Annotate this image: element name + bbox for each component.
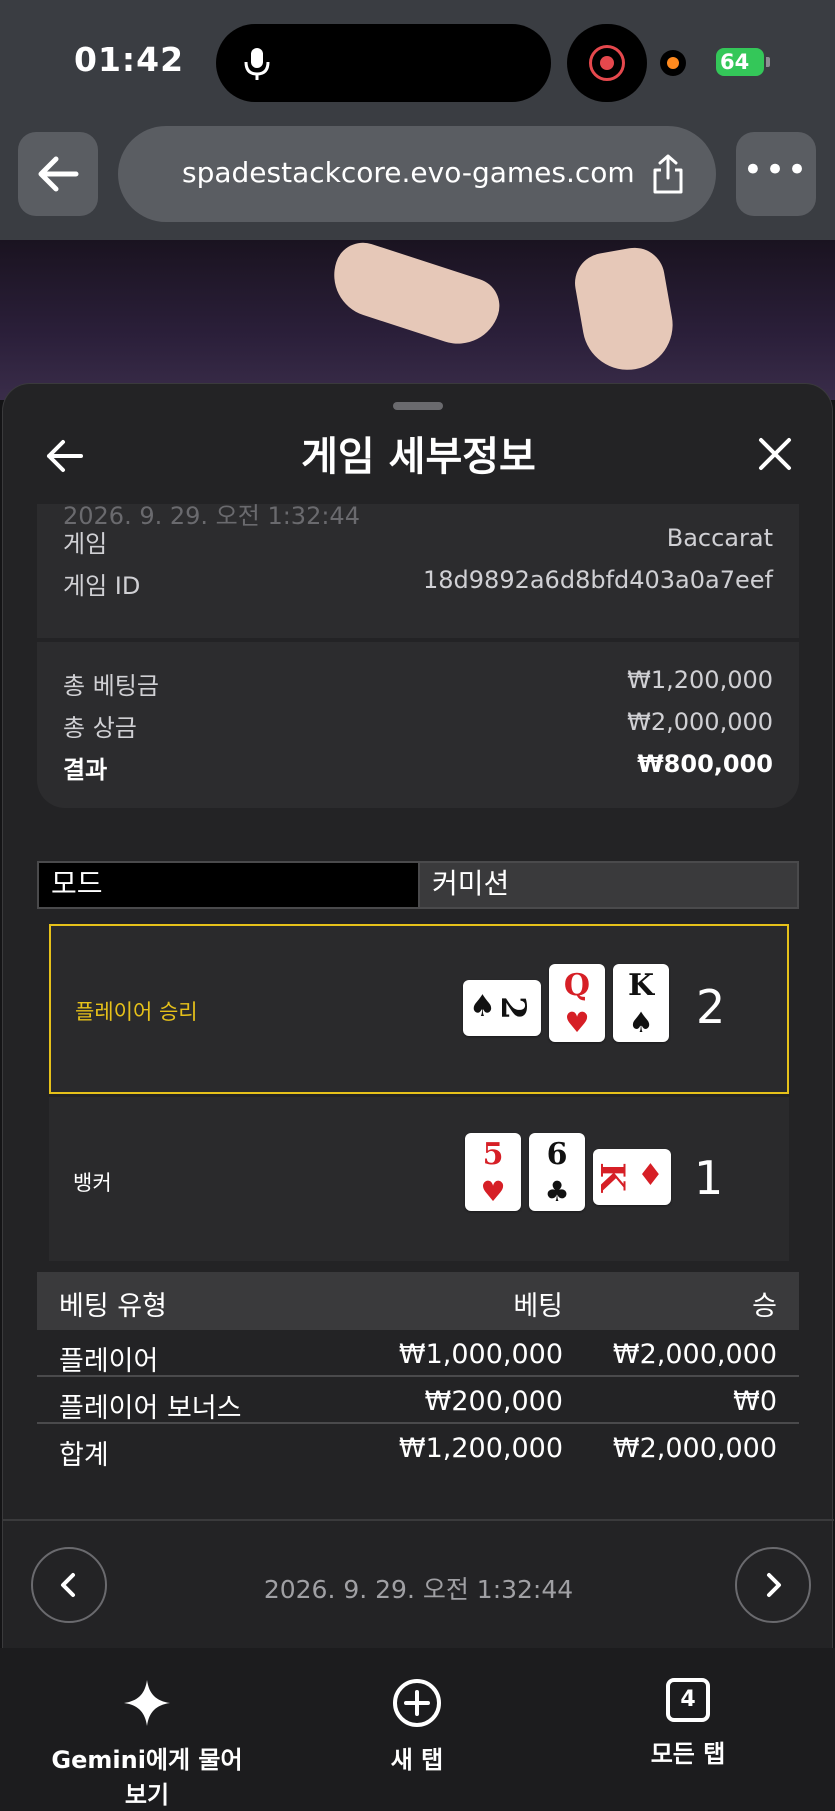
banker-result-row: 뱅커 5 ♥ 6 ♣ K ♦ 1 (49, 1097, 789, 1261)
banker-result-label: 뱅커 (73, 1171, 112, 1195)
total-win-row: 총 상금 ₩2,000,000 (63, 708, 773, 743)
url-text: spadestackcore.evo-games.com (182, 156, 635, 189)
card-rank: K (627, 968, 655, 1003)
recording-indicator (567, 24, 647, 102)
win-amount-cell: ₩2,000,000 (612, 1339, 777, 1370)
camera-indicator-icon (660, 50, 686, 76)
mode-label: 모드 (39, 863, 418, 907)
game-details-sheet: 게임 세부정보 2026. 9. 29. 오전 1:32:44 게임 Bacca… (2, 383, 834, 1648)
share-icon[interactable] (648, 152, 688, 196)
total-label-cell: 합계 (59, 1440, 109, 1471)
player-score: 2 (696, 980, 726, 1034)
game-info-card: 2026. 9. 29. 오전 1:32:44 게임 Baccarat 게임 I… (37, 502, 799, 638)
card-rank: K (591, 1162, 632, 1192)
bet-amount-cell: ₩200,000 (424, 1386, 563, 1417)
next-round-button[interactable] (735, 1547, 811, 1623)
total-bet-row: 총 베팅금 ₩1,200,000 (63, 666, 773, 701)
total-bet-cell: ₩1,200,000 (398, 1433, 563, 1464)
card-suit: ♣ (544, 1175, 570, 1208)
table-row: 플레이어 ₩1,000,000 ₩2,000,000 (37, 1331, 799, 1377)
card-rank: 2 (492, 996, 533, 1020)
playing-card: 5 ♥ (465, 1133, 521, 1211)
status-time: 01:42 (74, 40, 185, 79)
browser-back-button[interactable] (18, 132, 98, 216)
tab-count-icon: 4 (666, 1678, 710, 1722)
gemini-sparkle-icon (124, 1680, 170, 1726)
table-total-row: 합계 ₩1,200,000 ₩2,000,000 (37, 1425, 799, 1471)
card-suit: ♥ (564, 1006, 590, 1039)
record-icon (589, 45, 625, 81)
ask-gemini-label: Gemini에게 물어보기 (51, 1746, 243, 1809)
info-value: Baccarat (666, 524, 773, 552)
playing-card: Q ♥ (549, 964, 605, 1042)
info-row-game-id: 게임 ID 18d9892a6d8bfd403a0a7eef (63, 566, 773, 601)
info-value: 18d9892a6d8bfd403a0a7eef (423, 566, 773, 594)
card-rank: 6 (546, 1137, 568, 1172)
app-screen: 01:42 64 spadestackcore.evo-games.com ••… (0, 0, 835, 1811)
plus-circle-icon (393, 1679, 441, 1727)
info-row-game: 게임 Baccarat (63, 524, 773, 559)
page-title: 게임 세부정보 (301, 434, 536, 480)
info-label: 게임 (63, 530, 108, 558)
total-win-cell: ₩2,000,000 (612, 1433, 777, 1464)
total-value: ₩2,000,000 (627, 708, 773, 736)
card-suit: ♦ (637, 1158, 664, 1193)
bet-type-cell: 플레이어 보너스 (59, 1393, 242, 1424)
total-label: 총 상금 (63, 714, 137, 742)
close-icon[interactable] (753, 432, 797, 476)
arrow-left-icon (38, 156, 79, 192)
mode-value: 커미션 (418, 863, 797, 907)
playing-card: ♠ 2 (463, 980, 541, 1036)
footer-divider (3, 1519, 834, 1521)
totals-card: 총 베팅금 ₩1,200,000 총 상금 ₩2,000,000 결과 ₩800… (37, 642, 799, 808)
url-bar[interactable]: spadestackcore.evo-games.com (118, 126, 716, 222)
info-label: 게임 ID (63, 572, 141, 600)
bet-amount-cell: ₩1,000,000 (398, 1339, 563, 1370)
microphone-icon (244, 48, 270, 80)
col-bet-type: 베팅 유형 (59, 1291, 167, 1322)
col-win: 승 (752, 1291, 777, 1322)
card-rank: Q (563, 968, 591, 1003)
all-tabs-button[interactable]: 4 모든 탭 (640, 1678, 736, 1769)
playing-card: K ♠ (613, 964, 669, 1042)
player-result-row: 플레이어 승리 ♠ 2 Q ♥ K ♠ 2 (49, 924, 789, 1094)
result-label: 결과 (63, 756, 108, 784)
dealer-hand-left (323, 240, 507, 355)
more-menu-button[interactable]: ••• (736, 132, 816, 216)
browser-toolbar: Gemini에게 물어보기 새 탭 4 모든 탭 (0, 1648, 835, 1811)
live-video-feed (0, 240, 835, 400)
banker-score: 1 (694, 1151, 724, 1205)
win-amount-cell: ₩0 (733, 1386, 777, 1417)
bet-table-header: 베팅 유형 베팅 승 (37, 1272, 799, 1330)
total-value: ₩1,200,000 (627, 666, 773, 694)
result-row: 결과 ₩800,000 (63, 750, 773, 785)
col-bet: 베팅 (513, 1291, 563, 1322)
round-date: 2026. 9. 29. 오전 1:32:44 (263, 1575, 574, 1604)
bet-type-cell: 플레이어 (59, 1346, 159, 1377)
card-suit: ♠ (628, 1006, 654, 1039)
playing-card: 6 ♣ (529, 1133, 585, 1211)
ask-gemini-button[interactable]: Gemini에게 물어보기 (42, 1678, 252, 1810)
new-tab-label: 새 탭 (390, 1746, 444, 1774)
table-row: 플레이어 보너스 ₩200,000 ₩0 (37, 1378, 799, 1424)
chevron-right-icon (767, 1573, 781, 1597)
sheet-grabber[interactable] (393, 402, 443, 410)
card-suit: ♥ (480, 1175, 506, 1208)
playing-card: K ♦ (591, 1149, 671, 1205)
dealer-hand-right (570, 243, 680, 377)
browser-chrome: 01:42 64 spadestackcore.evo-games.com ••… (0, 0, 835, 240)
battery-icon: 64 (716, 48, 770, 76)
result-value: ₩800,000 (637, 750, 773, 778)
card-rank: 5 (482, 1137, 504, 1172)
dynamic-island (216, 24, 551, 102)
new-tab-button[interactable]: 새 탭 (370, 1678, 464, 1775)
total-label: 총 베팅금 (63, 672, 159, 700)
all-tabs-label: 모든 탭 (650, 1740, 726, 1768)
player-result-label: 플레이어 승리 (75, 1000, 198, 1024)
mode-row: 모드 커미션 (37, 861, 799, 909)
